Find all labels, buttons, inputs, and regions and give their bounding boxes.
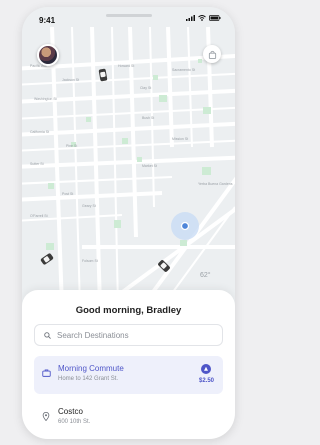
battery-icon <box>209 15 221 21</box>
phone-screen: Pacific Ave Jackson St Washington St Clay S… <box>22 7 235 439</box>
status-icons <box>186 15 221 21</box>
search-field[interactable] <box>34 324 223 346</box>
destination-title: Morning Commute <box>58 364 124 373</box>
map-street-label: Market St <box>142 164 157 168</box>
map-street-label: Bush St <box>142 116 154 120</box>
map-street-label: Washington St <box>34 97 57 101</box>
user-avatar[interactable] <box>37 44 59 66</box>
map-street-label: Geary St <box>82 204 96 208</box>
map-street-label: Sacramento St <box>172 68 195 72</box>
search-input[interactable] <box>57 330 217 340</box>
wifi-icon <box>198 15 206 21</box>
destination-price: $2.50 <box>198 378 214 384</box>
status-time: 9:41 <box>39 16 56 25</box>
shopping-bag-button[interactable] <box>203 45 221 63</box>
map-street-label: Post St <box>62 192 73 196</box>
search-icon <box>44 331 51 339</box>
bottom-sheet: Good morning, Bradley Morning Commute Ho… <box>22 290 235 439</box>
status-bar: 9:41 <box>22 7 235 31</box>
destination-morning-commute[interactable]: Morning Commute Home to 142 Grant St. $2… <box>34 356 223 394</box>
camera-notch <box>106 14 152 17</box>
greeting-title: Good morning, Bradley <box>75 305 182 316</box>
destination-costco[interactable]: Costco 600 10th St. <box>34 399 223 437</box>
signal-icon <box>186 15 195 21</box>
map-street-label: California St <box>30 130 49 134</box>
map-street-label: Jackson St <box>62 78 79 82</box>
map-street-label: Pine St <box>66 144 77 148</box>
map-street-label: Howard St <box>118 64 134 68</box>
map-street-label: Folsom St <box>82 259 98 263</box>
destination-subtitle: Home to 142 Grant St. <box>58 376 119 382</box>
shopping-bag-icon <box>208 50 216 59</box>
location-pin-icon <box>42 412 50 421</box>
destination-subtitle: 600 10th St. <box>58 419 91 425</box>
weather-readout: 62° <box>200 272 211 279</box>
destination-title: Costco <box>58 407 83 416</box>
map-street-label: Sutter St <box>30 162 44 166</box>
briefcase-icon <box>42 369 51 377</box>
map-street-label: Yerba Buena Gardens <box>198 182 233 186</box>
map-street-label: Mission St <box>172 137 188 141</box>
map-street-label: Clay St <box>140 86 151 90</box>
map-street-label: O'Farrell St <box>30 214 48 218</box>
discount-icon <box>201 364 211 374</box>
